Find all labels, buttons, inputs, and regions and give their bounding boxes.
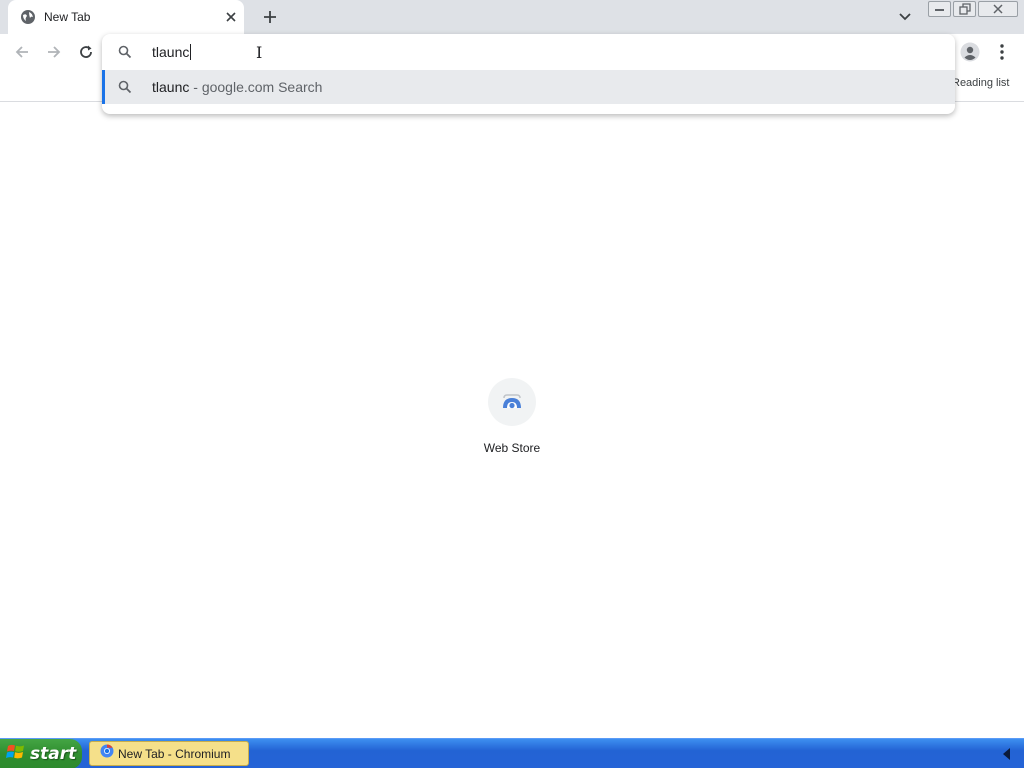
search-icon — [118, 80, 132, 94]
tray-expand-arrow-icon[interactable] — [1000, 746, 1014, 762]
taskbar-item-label: New Tab - Chromium — [118, 746, 231, 761]
restore-icon[interactable] — [953, 1, 976, 17]
suggestion-query: tlaunc — [152, 79, 190, 95]
shortcut-web-store[interactable]: Web Store — [472, 376, 552, 460]
reload-icon[interactable] — [72, 38, 100, 66]
taskbar-item-chromium[interactable]: New Tab - Chromium — [89, 741, 249, 766]
address-input[interactable]: tlaunc — [152, 44, 192, 60]
omnibox-popup: tlaunc I tlaunc - google.com Search — [102, 34, 955, 114]
reading-list-button[interactable]: Reading list — [952, 77, 1009, 89]
tab-title: New Tab — [44, 10, 91, 24]
suggestion-text: tlaunc - google.com Search — [152, 79, 322, 95]
taskbar: start New Tab - Chromium — [0, 738, 1024, 768]
kebab-menu-icon[interactable] — [990, 38, 1014, 66]
tab-new-tab[interactable]: New Tab — [8, 0, 244, 34]
text-caret — [190, 44, 192, 60]
chromium-icon — [100, 744, 114, 763]
back-arrow-icon[interactable] — [8, 38, 36, 66]
profile-avatar-icon[interactable] — [956, 38, 984, 66]
start-button[interactable]: start — [0, 739, 82, 768]
tab-close-icon[interactable] — [222, 8, 240, 26]
selection-indicator — [102, 70, 105, 104]
omnibox-input-row[interactable]: tlaunc I — [102, 34, 955, 70]
web-store-icon — [488, 378, 536, 426]
close-icon[interactable] — [978, 1, 1018, 17]
omnibox-suggestion[interactable]: tlaunc - google.com Search — [102, 70, 955, 104]
start-label: start — [30, 744, 77, 764]
suggestion-description: google.com Search — [201, 79, 323, 95]
minimize-icon[interactable] — [928, 1, 951, 17]
address-input-text: tlaunc — [152, 44, 190, 60]
search-icon — [118, 45, 132, 59]
windows-logo-icon — [6, 743, 26, 766]
new-tab-plus-icon[interactable] — [257, 5, 283, 29]
suggestion-separator: - — [189, 79, 202, 95]
tab-strip: New Tab — [0, 0, 1024, 34]
ibeam-cursor-icon: I — [256, 43, 263, 62]
forward-arrow-icon[interactable] — [40, 38, 68, 66]
shortcut-label: Web Store — [483, 441, 541, 455]
globe-icon — [20, 9, 36, 25]
tab-search-chevron-icon[interactable] — [895, 8, 915, 26]
